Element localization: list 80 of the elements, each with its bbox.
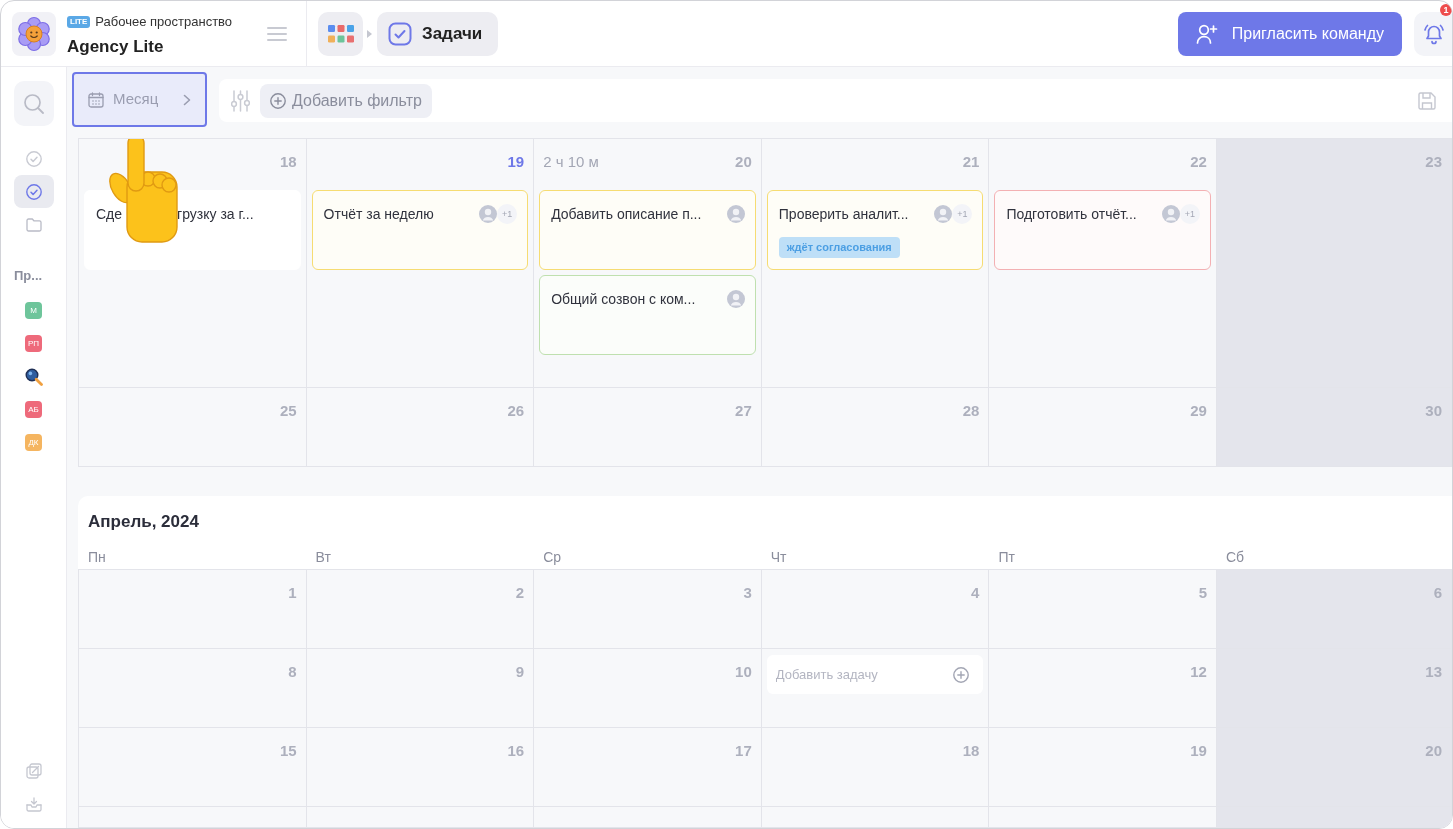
task-card[interactable]: Добавить описание п...: [539, 190, 756, 270]
inbox-icon[interactable]: [25, 797, 42, 812]
apps-button[interactable]: [318, 11, 363, 56]
calendar-icon: [88, 91, 104, 108]
more-assignees-badge: +1: [497, 204, 518, 224]
task-card[interactable]: Проверить аналит... +1 ждёт согласования: [766, 190, 984, 270]
day-number: 10: [735, 663, 752, 681]
day-number: 19: [1190, 742, 1207, 760]
day-number: 3: [743, 584, 752, 602]
day-number: 29: [1190, 402, 1207, 420]
sidebar-nav-item[interactable]: [13, 175, 54, 208]
day-number: 18: [279, 153, 297, 171]
task-title: грузку за г...: [177, 205, 254, 224]
sliders-icon[interactable]: [231, 89, 250, 112]
checkbox-icon: [388, 21, 412, 46]
weekday-label: Чт: [770, 549, 787, 565]
user-plus-icon: [1195, 23, 1218, 44]
caret-icon: [367, 29, 372, 38]
plus-circle-icon: [270, 92, 286, 109]
month-title: Апрель, 2024: [87, 511, 199, 533]
day-number: 8: [288, 663, 297, 681]
status-tag: ждёт согласования: [778, 237, 900, 258]
bell-icon: [1423, 22, 1445, 45]
task-title: Подготовить отчёт...: [1006, 205, 1137, 224]
weekday-label: Пн: [88, 549, 106, 565]
save-icon[interactable]: [1418, 91, 1436, 110]
chevron-right-icon: [183, 93, 191, 106]
task-title: Отчёт за неделю: [323, 205, 434, 224]
day-number: 4: [971, 584, 980, 602]
plus-circle-icon: [953, 666, 970, 683]
day-number: 15: [279, 742, 297, 760]
plan-badge: LITE: [67, 15, 91, 28]
search-icon: [23, 93, 44, 114]
folder-icon: [25, 217, 42, 232]
day-number: 22: [1190, 153, 1207, 171]
day-number: 26: [507, 402, 525, 420]
task-title: Добавить описание п...: [551, 205, 702, 224]
weekday-label: Вт: [315, 549, 331, 565]
more-assignees-badge: +1: [952, 204, 973, 224]
day-number: 27: [735, 402, 752, 420]
task-title: Сде: [96, 205, 123, 224]
task-title: Общий созвон с ком...: [551, 290, 696, 309]
check-circle-icon: [25, 183, 42, 200]
more-assignees-badge: +1: [1179, 204, 1200, 224]
task-card[interactable]: Отчёт за неделю +1: [311, 190, 529, 270]
menu-icon[interactable]: [267, 26, 287, 41]
day-number: 19: [507, 153, 525, 171]
day-number: 28: [962, 402, 980, 420]
tasks-page-button[interactable]: Задачи: [377, 11, 499, 56]
weekday-label: Пт: [998, 549, 1015, 565]
day-number: 2: [515, 584, 525, 602]
duration-label: 2 ч 10 м: [543, 153, 599, 171]
check-circle-icon: [25, 150, 42, 167]
weekday-label: Ср: [543, 549, 562, 565]
task-card[interactable]: Общий созвон с ком...: [539, 275, 756, 355]
flower-logo-icon: [12, 11, 56, 56]
section-label: Пр...: [14, 268, 43, 284]
day-number: 12: [1190, 663, 1207, 681]
stacked-squares-icon[interactable]: [25, 763, 42, 779]
workspace-name: Agency Lite: [67, 36, 165, 58]
day-number: 21: [962, 153, 980, 171]
task-card[interactable]: Подготовить отчёт... +1: [994, 190, 1211, 270]
notifications-button[interactable]: [1414, 11, 1452, 56]
day-number: 25: [279, 402, 297, 420]
add-task-field[interactable]: Добавить задачу: [766, 655, 984, 694]
task-title: Проверить аналит...: [778, 205, 909, 224]
day-number: 17: [735, 742, 752, 760]
day-number: 9: [515, 663, 525, 681]
notification-badge: 1: [1440, 4, 1452, 16]
day-number: 16: [507, 742, 525, 760]
workspace-label: Рабочее пространство: [95, 14, 233, 29]
invite-team-button[interactable]: Пригласить команду: [1177, 11, 1402, 56]
weekday-label: Сб: [1225, 549, 1245, 565]
search-button[interactable]: [13, 81, 54, 126]
day-number: 20: [735, 153, 752, 171]
day-number: 1: [288, 584, 297, 602]
magnifier-icon[interactable]: [24, 367, 43, 386]
apps-grid-icon: [327, 24, 354, 43]
day-number: 5: [1198, 584, 1207, 602]
day-number: 18: [962, 742, 980, 760]
